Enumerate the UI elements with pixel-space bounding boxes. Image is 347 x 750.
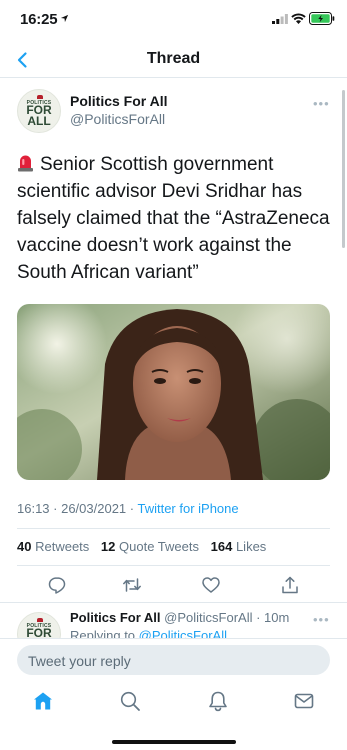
tweet-date: 16:13 · 26/03/2021 · [17,501,138,516]
tweet-text: Senior Scottish government scientific ad… [17,151,332,286]
reply-author-name: Politics For All [70,610,161,625]
avatar-logo-mark [37,618,43,622]
notifications-icon[interactable] [207,690,229,712]
tweet-stats: 40 Retweets 12 Quote Tweets 164 Likes [17,539,266,554]
divider [0,602,347,603]
thread-header: Thread [0,40,347,78]
reply-more-options-icon[interactable]: ••• [313,612,330,627]
portrait-image [17,304,330,480]
siren-emoji-icon [18,155,33,172]
reply-author[interactable]: Politics For All @PoliticsForAll · 10m [70,610,289,625]
share-icon[interactable] [280,575,300,595]
status-time: 16:25 [20,11,58,28]
battery-icon [309,12,335,25]
tweet-timestamp: 16:13 · 26/03/2021 · Twitter for iPhone [17,501,239,516]
like-icon[interactable] [201,575,221,595]
divider [17,528,330,529]
tweet-photo[interactable] [17,304,330,480]
search-icon[interactable] [119,690,141,712]
retweet-icon[interactable] [122,575,142,595]
status-bar: 16:25 [0,0,347,40]
home-indicator[interactable] [112,740,236,744]
author-handle[interactable]: @PoliticsForAll [70,111,165,127]
like-count[interactable]: 164 [211,539,233,554]
home-icon[interactable] [32,690,54,712]
retweet-count[interactable]: 40 [17,539,31,554]
quote-count[interactable]: 12 [101,539,115,554]
avatar-big-text: FOR ALL [18,104,60,128]
bottom-bar: Tweet your reply [0,638,347,750]
reply-composer[interactable]: Tweet your reply [17,645,330,675]
page-title: Thread [146,50,201,67]
tweet-body: Senior Scottish government scientific ad… [17,154,330,283]
like-label[interactable]: Likes [236,539,266,554]
reply-meta: @PoliticsForAll · 10m [164,610,290,625]
author-name[interactable]: Politics For All [70,93,168,109]
scrollbar[interactable] [342,90,345,248]
avatar-logo-mark [37,95,43,99]
retweet-label[interactable]: Retweets [35,539,89,554]
wifi-icon [291,13,306,24]
signal-icon [272,14,288,24]
location-arrow-icon [60,14,69,23]
reply-icon[interactable] [47,575,67,595]
quote-label[interactable]: Quote Tweets [119,539,199,554]
messages-icon[interactable] [293,690,315,712]
composer-placeholder: Tweet your reply [28,653,131,669]
tweet-source-link[interactable]: Twitter for iPhone [137,501,238,516]
more-options-icon[interactable]: ••• [313,96,330,111]
divider [17,565,330,566]
avatar[interactable]: POLITICS FOR ALL [17,89,61,133]
avatar-big-text-2: ALL [27,114,51,128]
